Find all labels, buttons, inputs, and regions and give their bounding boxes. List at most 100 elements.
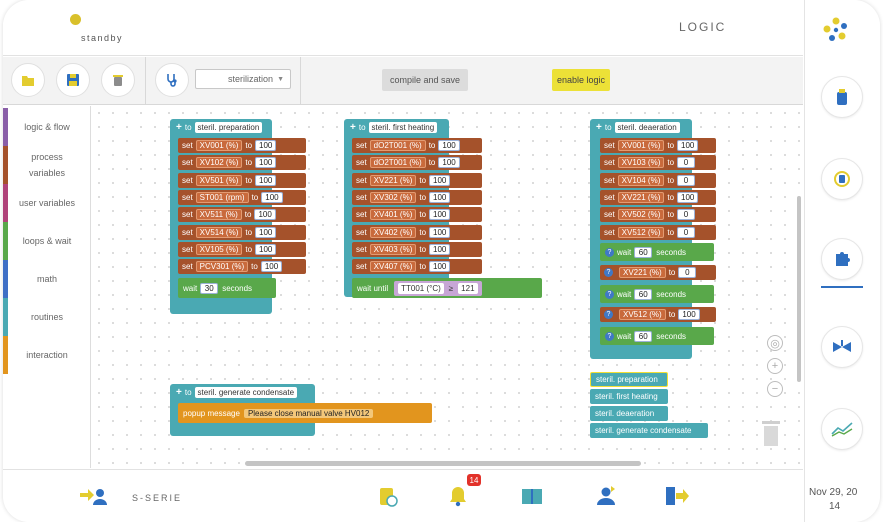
set-value[interactable]: 100: [678, 309, 700, 320]
set-variable-block[interactable]: set XV407 (%) to 100: [352, 259, 482, 275]
variable-dropdown[interactable]: XV501 (%): [195, 174, 243, 186]
sync-button[interactable]: [821, 158, 863, 200]
set-variable-block[interactable]: set XV403 (%) to 100: [352, 241, 482, 257]
set-value[interactable]: 100: [254, 209, 276, 221]
variable-dropdown[interactable]: XV221 (%): [619, 267, 666, 278]
wait-until-block[interactable]: wait until TT001 (°C) ≥ 121: [352, 278, 542, 298]
set-value[interactable]: 100: [255, 157, 277, 169]
vertical-scrollbar[interactable]: [797, 196, 801, 382]
blockly-workspace[interactable]: + to steril. preparation set XV001 (%) to 1…: [92, 106, 803, 468]
set-variable-block[interactable]: set XV104 (%) to 0: [600, 172, 716, 188]
set-value[interactable]: 100: [438, 140, 460, 151]
set-value[interactable]: 100: [429, 191, 451, 203]
set-variable-block[interactable]: set XV502 (%) to 0: [600, 207, 716, 223]
category-math[interactable]: math: [3, 260, 91, 298]
variable-dropdown[interactable]: XV402 (%): [369, 226, 417, 238]
popup-message-text[interactable]: Please close manual valve HV012: [243, 408, 374, 418]
wait-block[interactable]: ? wait 60 seconds: [600, 327, 714, 345]
procedure-steril-preparation[interactable]: + to steril. preparation set XV001 (%) to 1…: [170, 119, 310, 314]
horizontal-scrollbar[interactable]: [245, 461, 641, 466]
category-loops-wait[interactable]: loops & wait: [3, 222, 91, 260]
call-steril-first-heating[interactable]: steril. first heating: [590, 389, 668, 404]
category-interaction[interactable]: interaction: [3, 336, 91, 374]
procedure-name[interactable]: steril. preparation: [194, 122, 263, 133]
variable-dropdown[interactable]: XV104 (%): [617, 174, 665, 186]
comparison-var[interactable]: TT001 (°C): [398, 282, 444, 294]
set-value[interactable]: 0: [677, 209, 696, 221]
set-value[interactable]: 100: [677, 191, 699, 203]
user-login-button[interactable]: [78, 481, 108, 511]
set-variable-block[interactable]: set XV001 (%) to 100: [600, 138, 716, 153]
comparison-block[interactable]: TT001 (°C) ≥ 121: [394, 280, 482, 296]
procedure-steril-deaeration[interactable]: + to steril. deaeration set XV001 (%) to 10…: [590, 119, 720, 359]
enable-logic-button[interactable]: enable logic: [552, 69, 610, 91]
set-value[interactable]: 100: [677, 140, 699, 151]
category-user-variables[interactable]: user variables: [3, 184, 91, 222]
compile-save-button[interactable]: compile and save: [382, 69, 468, 91]
set-value[interactable]: 0: [677, 226, 696, 238]
procedure-name[interactable]: steril. deaeration: [614, 122, 680, 133]
set-value[interactable]: 100: [260, 261, 283, 273]
manual-button[interactable]: [517, 481, 547, 511]
set-value[interactable]: 100: [429, 174, 451, 186]
wait-block[interactable]: ? wait 60 seconds: [600, 285, 714, 303]
set-value[interactable]: 0: [677, 174, 696, 186]
variable-dropdown[interactable]: XV221 (%): [369, 174, 417, 186]
help-icon[interactable]: ?: [605, 331, 614, 341]
set-variable-block[interactable]: set XV105 (%) to 100: [178, 241, 306, 257]
call-steril-preparation[interactable]: steril. preparation: [590, 372, 668, 387]
variable-dropdown[interactable]: XV105 (%): [195, 243, 243, 255]
variable-dropdown[interactable]: XV401 (%): [369, 209, 417, 221]
delete-button[interactable]: [101, 63, 135, 97]
routine-button[interactable]: [155, 63, 189, 97]
help-icon[interactable]: ?: [604, 310, 613, 319]
call-steril-generate-condensate[interactable]: steril. generate condensate: [590, 423, 708, 438]
category-logic-flow[interactable]: logic & flow: [3, 108, 91, 146]
variable-dropdown[interactable]: XV511 (%): [195, 209, 242, 221]
set-variable-block[interactable]: set dO2T001 (%) to 100: [352, 155, 482, 171]
set-value[interactable]: 100: [255, 226, 277, 238]
open-file-button[interactable]: [11, 63, 45, 97]
wait-block[interactable]: ? wait 60 seconds: [600, 243, 714, 261]
wait-value[interactable]: 60: [634, 288, 653, 300]
category-process-variables[interactable]: process variables: [3, 146, 91, 184]
set-variable-block[interactable]: set XV401 (%) to 100: [352, 207, 482, 223]
plus-icon[interactable]: +: [176, 387, 182, 398]
trends-button[interactable]: [821, 408, 863, 450]
set-value[interactable]: 100: [429, 261, 451, 273]
history-button[interactable]: [373, 481, 403, 511]
category-routines[interactable]: routines: [3, 298, 91, 336]
variable-dropdown[interactable]: XV502 (%): [617, 209, 665, 221]
workspace-trash-icon[interactable]: [760, 418, 782, 448]
variable-dropdown[interactable]: XV512 (%): [617, 226, 665, 238]
set-value[interactable]: 100: [255, 174, 277, 186]
help-icon[interactable]: ?: [605, 247, 614, 257]
help-icon[interactable]: ?: [604, 268, 613, 277]
set-variable-block[interactable]: set XV512 (%) to 0: [600, 224, 716, 240]
set-variable-block[interactable]: set XV221 (%) to 100: [352, 172, 482, 188]
wait-value[interactable]: 60: [634, 330, 653, 342]
wait-value[interactable]: 30: [200, 282, 219, 294]
set-value[interactable]: 100: [429, 243, 451, 255]
comparison-operator[interactable]: ≥: [449, 284, 453, 293]
routine-select[interactable]: sterilization ▼: [195, 69, 291, 89]
set-variable-block[interactable]: set XV103 (%) to 0: [600, 155, 716, 171]
variable-dropdown[interactable]: ST001 (rpm): [195, 191, 249, 203]
variable-dropdown[interactable]: XV407 (%): [369, 261, 417, 273]
valve-button[interactable]: [821, 326, 863, 368]
set-variable-block[interactable]: set XV102 (%) to 100: [178, 155, 306, 171]
comparison-value[interactable]: 121: [458, 282, 478, 294]
variable-dropdown[interactable]: XV001 (%): [617, 140, 665, 151]
procedure-steril-first-heating[interactable]: + to steril. first heating set dO2T001 (%…: [344, 119, 544, 314]
set-variable-block[interactable]: set XV302 (%) to 100: [352, 189, 482, 205]
plus-icon[interactable]: +: [176, 122, 182, 133]
variable-dropdown[interactable]: XV001 (%): [195, 140, 243, 151]
variable-dropdown[interactable]: XV102 (%): [195, 157, 243, 169]
set-value[interactable]: 100: [255, 140, 277, 151]
save-button[interactable]: [56, 63, 90, 97]
variable-dropdown[interactable]: XV514 (%): [195, 226, 243, 238]
set-value[interactable]: 100: [261, 191, 283, 203]
call-steril-deaeration[interactable]: steril. deaeration: [590, 406, 668, 421]
set-variable-block[interactable]: set ST001 (rpm) to 100: [178, 189, 306, 205]
help-icon[interactable]: ?: [605, 289, 614, 299]
